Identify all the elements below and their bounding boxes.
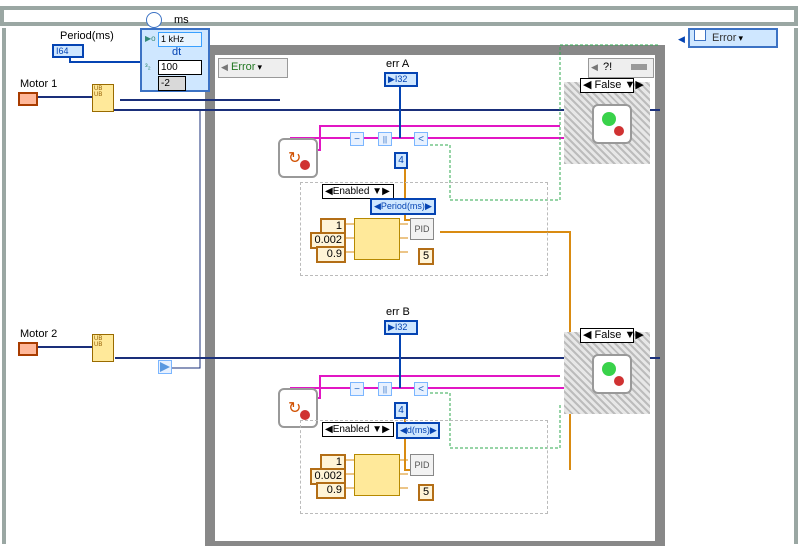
subtract-icon: − bbox=[350, 132, 364, 146]
less-icon-B: < bbox=[414, 382, 428, 396]
errB-label: err B bbox=[386, 306, 410, 318]
motor1-terminal[interactable] bbox=[18, 92, 38, 106]
abs-icon-B: || bbox=[378, 382, 392, 396]
question-pane[interactable]: ◀ ?! bbox=[588, 58, 654, 78]
constA-4: 4 bbox=[394, 152, 408, 169]
pidB-out: 5 bbox=[418, 484, 434, 501]
chevron-left-icon: ◀ bbox=[678, 34, 685, 45]
period-type[interactable]: I64 bbox=[52, 44, 84, 58]
pidA-d[interactable]: 0.9 bbox=[316, 246, 346, 263]
dash-icon bbox=[631, 64, 647, 70]
periodA-selector[interactable]: ◀Period(ms)▶ bbox=[370, 198, 436, 215]
writeA-vi bbox=[592, 104, 632, 144]
ms-label: ms bbox=[174, 14, 189, 26]
enabledA-selector[interactable]: ◀Enabled ▼▶ bbox=[322, 184, 394, 199]
pidA-vi: PID bbox=[410, 218, 434, 240]
pidB-bundle bbox=[354, 454, 400, 496]
caseB-selector[interactable]: ◀ False ▼▶ bbox=[580, 328, 634, 343]
pidA-out: 5 bbox=[418, 248, 434, 265]
timed-loop-config: ms 1 kHz dt 100 -2 ▶o ³₂ bbox=[140, 28, 210, 92]
subtract-icon-B: − bbox=[350, 382, 364, 396]
writeB-vi bbox=[592, 354, 632, 394]
invert-icon bbox=[158, 360, 172, 374]
motor1-label: Motor 1 bbox=[20, 78, 57, 90]
period-label: Period(ms) bbox=[60, 30, 114, 42]
errB-type[interactable]: ▶I32 bbox=[384, 320, 418, 335]
motor2-terminal[interactable] bbox=[18, 342, 38, 356]
chevron-left-icon: ◀ bbox=[221, 62, 228, 73]
abs-icon: || bbox=[378, 132, 392, 146]
error-list-label: Error bbox=[231, 61, 262, 73]
constB-4: 4 bbox=[394, 402, 408, 419]
motor2-unbundle: UBUB bbox=[92, 334, 114, 362]
neg2-const: -2 bbox=[158, 76, 186, 91]
periodB-selector[interactable]: ◀d(ms)▶ bbox=[396, 422, 440, 439]
cycle-vi-A: ↻ bbox=[278, 138, 318, 178]
clock-icon bbox=[146, 12, 162, 28]
pidB-d[interactable]: 0.9 bbox=[316, 482, 346, 499]
enabledB-selector[interactable]: ◀Enabled ▼▶ bbox=[322, 422, 394, 437]
pidB-vi: PID bbox=[410, 454, 434, 476]
error-list-pane[interactable]: ◀ Error bbox=[218, 58, 288, 78]
less-icon: < bbox=[414, 132, 428, 146]
rate-field[interactable]: 1 kHz bbox=[158, 32, 202, 47]
motor1-unbundle: UBUB bbox=[92, 84, 114, 112]
error-right-label[interactable]: Error bbox=[712, 32, 743, 44]
errA-type[interactable]: ▶I32 bbox=[384, 72, 418, 87]
caseA-selector[interactable]: ◀ False ▼▶ bbox=[580, 78, 634, 93]
dt-value[interactable]: 100 bbox=[158, 60, 202, 75]
dt-label: dt bbox=[172, 46, 181, 58]
question-label: ?! bbox=[603, 61, 612, 73]
right-error-pane: Error ◀ bbox=[688, 28, 778, 48]
pidA-bundle bbox=[354, 218, 400, 260]
chevron-left-icon: ◀ bbox=[591, 62, 598, 73]
errA-label: err A bbox=[386, 58, 409, 70]
motor2-label: Motor 2 bbox=[20, 328, 57, 340]
